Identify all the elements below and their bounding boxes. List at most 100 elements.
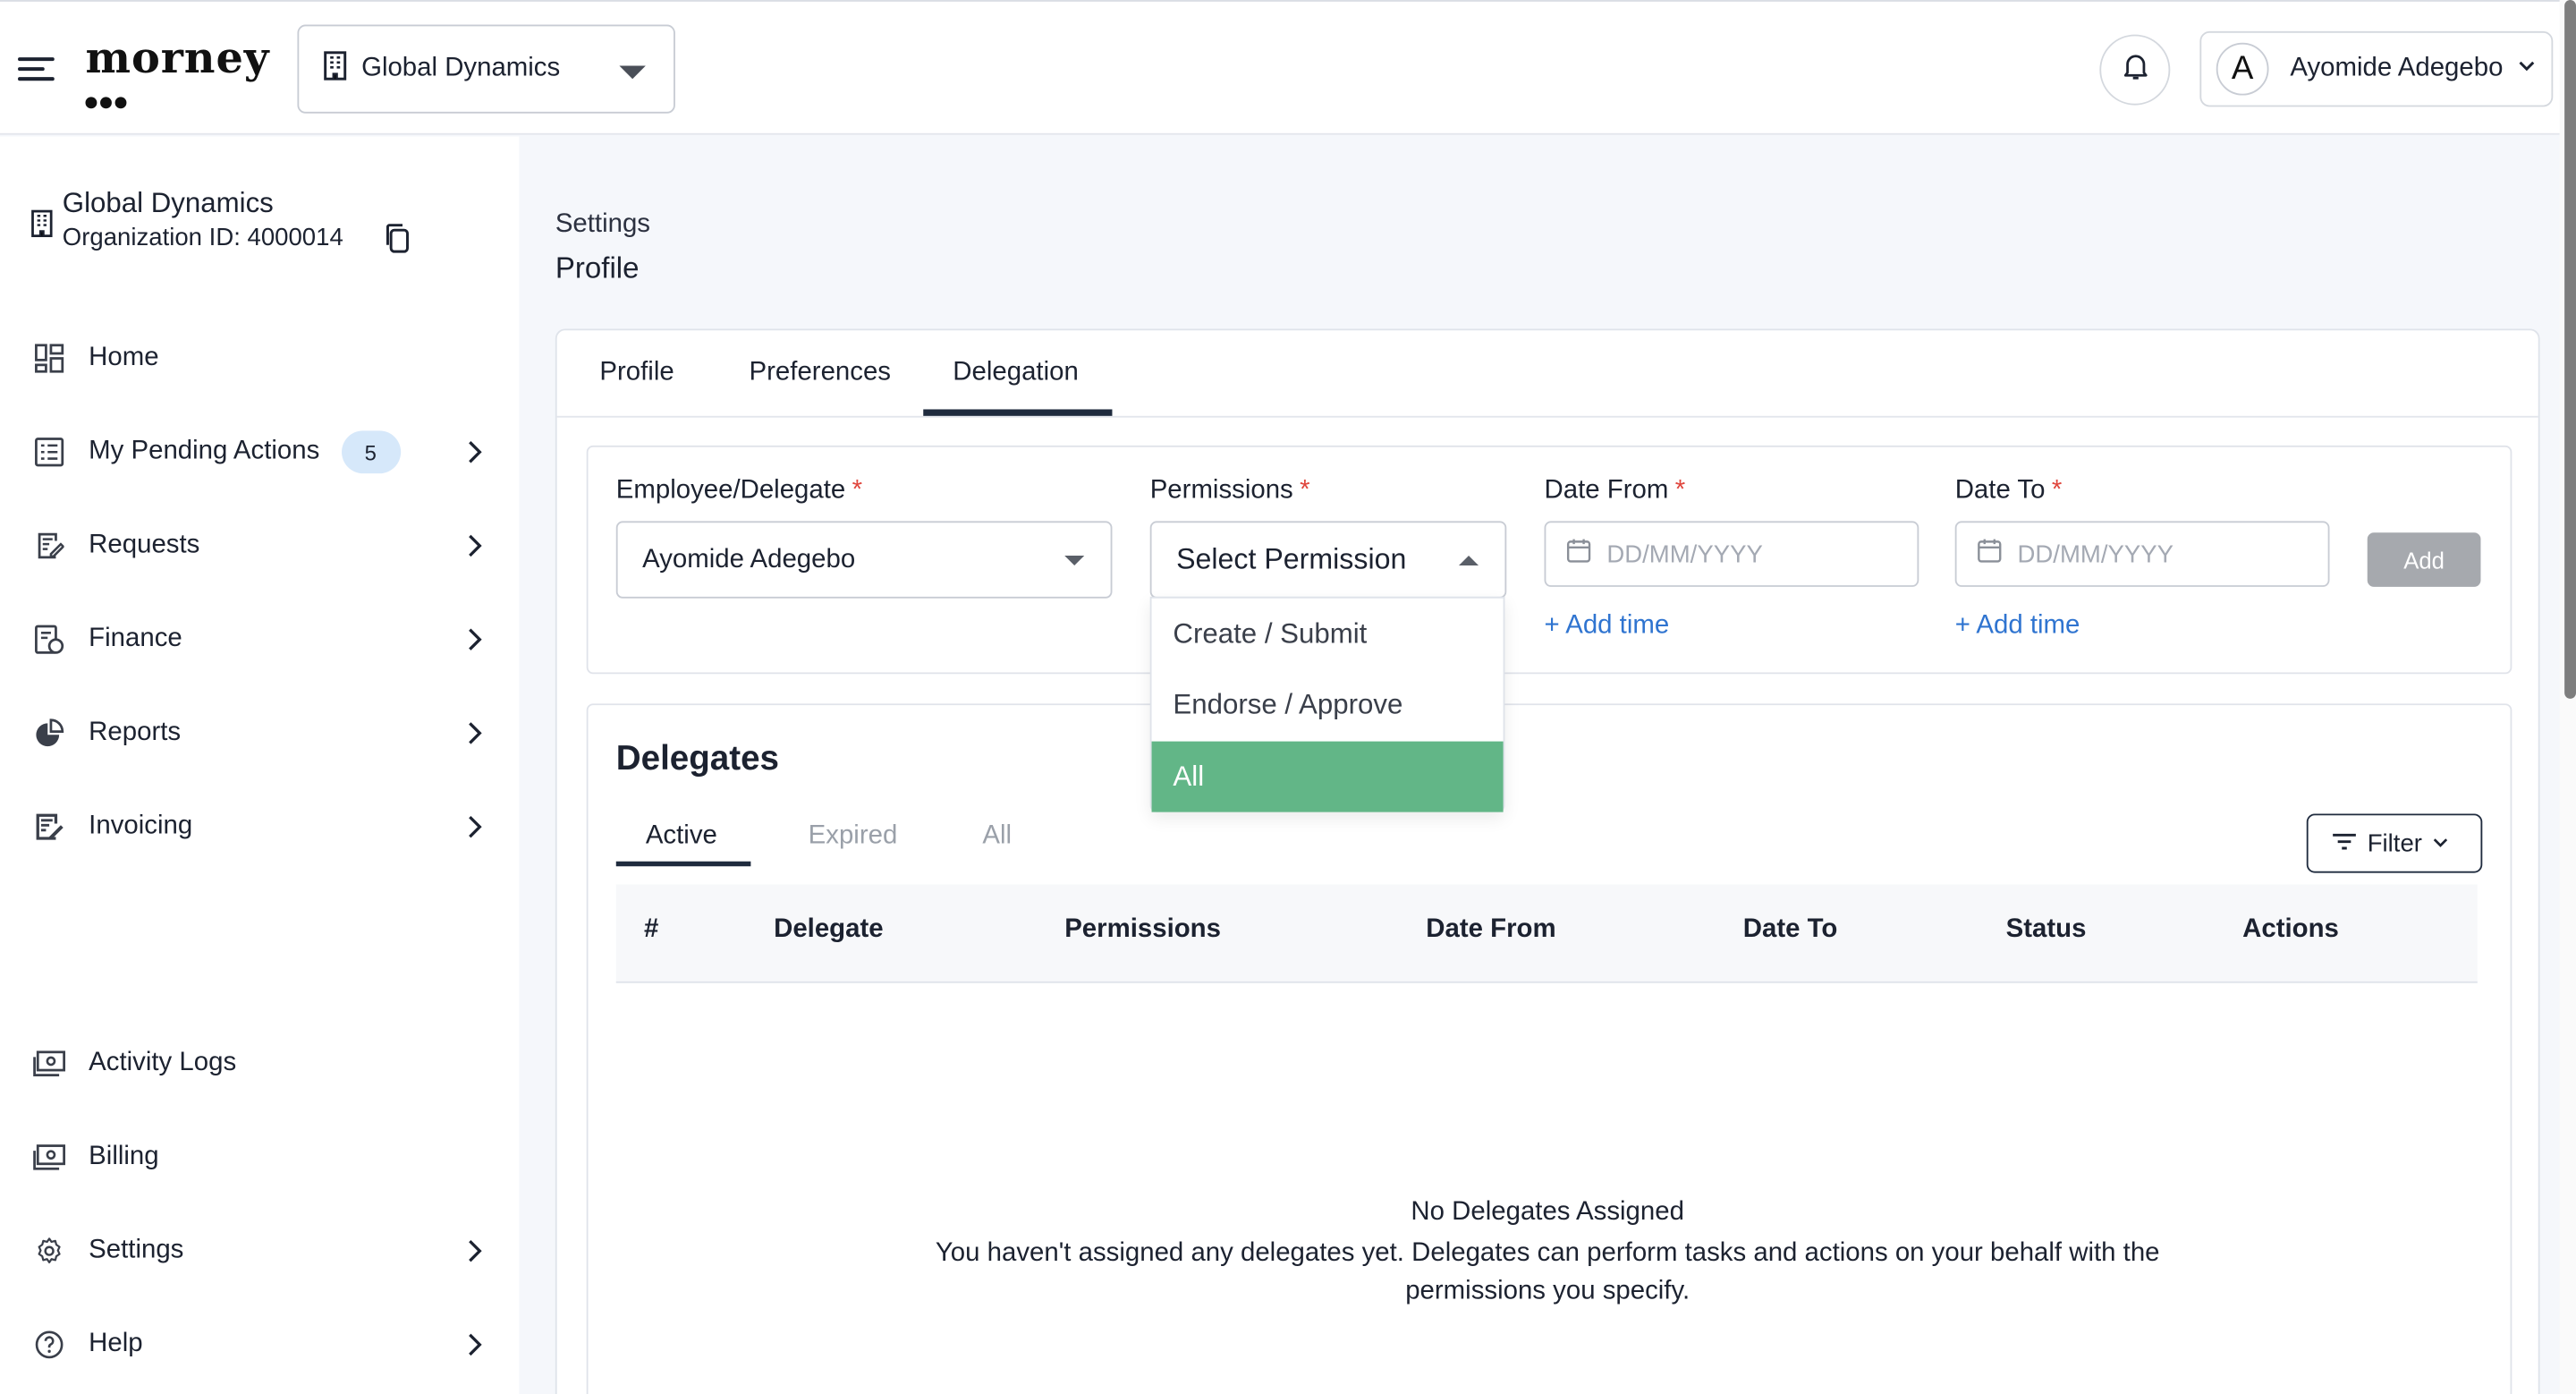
sidebar-item-finance[interactable]: Finance (33, 613, 493, 666)
date-to-placeholder: DD/MM/YYYY (2017, 540, 2174, 568)
copy-icon[interactable] (383, 222, 412, 263)
sidebar-item-activity-logs[interactable]: Activity Logs (33, 1037, 493, 1090)
breadcrumb[interactable]: Settings (555, 210, 650, 240)
sidebar-item-invoicing[interactable]: Invoicing (33, 801, 493, 854)
organization-select-value: Global Dynamics (361, 54, 561, 82)
organization-name: Global Dynamics (62, 187, 274, 219)
menu-toggle-icon[interactable] (16, 49, 55, 89)
employee-select-value: Ayomide Adegebo (642, 545, 856, 574)
date-to-input[interactable]: DD/MM/YYYY (1954, 521, 2330, 587)
sidebar-item-label: Finance (89, 625, 182, 653)
option-create-submit[interactable]: Create / Submit (1152, 599, 1504, 669)
user-name: Ayomide Adegebo (2290, 54, 2504, 82)
sidebar-item-my-pending-actions[interactable]: My Pending Actions 5 (33, 426, 493, 479)
sidebar-item-label: Activity Logs (89, 1049, 237, 1077)
filter-button[interactable]: Filter (2306, 813, 2483, 873)
pie-chart-icon (33, 717, 66, 750)
request-icon (33, 530, 66, 563)
settings-card: Profile Preferences Delegation Employee/… (555, 328, 2540, 1394)
help-icon (33, 1329, 66, 1362)
logo-text: morney (85, 34, 270, 84)
finance-icon (33, 623, 66, 656)
logo-dots-icon (85, 87, 131, 116)
home-grid-icon (33, 342, 66, 375)
building-icon (322, 50, 348, 88)
subtab-active[interactable]: Active (646, 822, 717, 852)
tab-profile[interactable]: Profile (599, 359, 674, 388)
date-from-input[interactable]: DD/MM/YYYY (1544, 521, 1919, 587)
organization-info: Global Dynamics Organization ID: 4000014 (31, 187, 508, 261)
logo[interactable]: morney (85, 34, 270, 109)
required-mark: * (2051, 476, 2063, 506)
sidebar-item-label: Reports (89, 718, 182, 747)
user-menu-button[interactable]: A Ayomide Adegebo (2199, 30, 2554, 107)
filter-label: Filter (2367, 829, 2422, 858)
sidebar-item-home[interactable]: Home (33, 332, 493, 385)
option-endorse-approve[interactable]: Endorse / Approve (1152, 669, 1504, 740)
date-to-label: Date To * (1954, 476, 2063, 506)
option-all[interactable]: All (1151, 741, 1504, 812)
permissions-select[interactable]: Select Permission (1149, 521, 1507, 599)
column-permissions: Permissions (1064, 915, 1221, 944)
caret-up-icon (1459, 555, 1479, 566)
sidebar: Global Dynamics Organization ID: 4000014… (0, 136, 520, 1394)
subtab-all[interactable]: All (982, 822, 1012, 852)
billing-icon (33, 1141, 66, 1174)
invoice-icon (33, 811, 66, 844)
delegation-form: Employee/Delegate * Ayomide Adegebo Permi… (586, 445, 2512, 675)
bell-icon (2118, 49, 2151, 90)
empty-state-title: No Delegates Assigned (1411, 1198, 1684, 1227)
avatar: A (2216, 42, 2269, 96)
tab-bar: Profile Preferences Delegation (556, 330, 2538, 418)
page-title: Profile (555, 251, 640, 285)
sidebar-item-settings[interactable]: Settings (33, 1225, 493, 1278)
column-delegate: Delegate (774, 915, 884, 944)
date-from-add-time-link[interactable]: + Add time (1545, 611, 1670, 641)
tab-delegation[interactable]: Delegation (953, 359, 1079, 388)
activity-icon (33, 1047, 66, 1080)
permissions-label: Permissions * (1149, 476, 1310, 506)
organization-select[interactable]: Global Dynamics (297, 24, 675, 114)
sidebar-item-requests[interactable]: Requests (33, 520, 493, 573)
date-to-add-time-link[interactable]: + Add time (1955, 611, 2080, 641)
employee-select[interactable]: Ayomide Adegebo (615, 521, 1113, 599)
sidebar-item-label: Home (89, 343, 159, 372)
chevron-right-icon (467, 813, 483, 848)
sidebar-item-label: Invoicing (89, 812, 193, 840)
subtab-expired[interactable]: Expired (809, 822, 898, 852)
chevron-down-icon (2432, 829, 2450, 857)
sidebar-item-label: Requests (89, 531, 200, 559)
date-from-label: Date From * (1544, 476, 1686, 506)
sidebar-item-reports[interactable]: Reports (33, 707, 493, 760)
permissions-dropdown-menu: Create / Submit Endorse / Approve All (1149, 596, 1505, 812)
chevron-down-icon (2516, 55, 2536, 84)
chevron-right-icon (467, 439, 483, 474)
empty-state-description: You haven't assigned any delegates yet. … (935, 1239, 2160, 1305)
pending-count-badge: 5 (341, 430, 401, 474)
filter-icon (2331, 829, 2357, 857)
scrollbar-thumb[interactable] (2564, 0, 2576, 699)
sidebar-item-billing[interactable]: Billing (33, 1131, 493, 1184)
chevron-right-icon (467, 626, 483, 661)
active-tab-indicator (923, 409, 1113, 416)
employee-label: Employee/Delegate * (615, 476, 863, 506)
sidebar-item-label: Settings (89, 1236, 184, 1264)
column-actions: Actions (2242, 915, 2339, 944)
sidebar-item-label: My Pending Actions (89, 437, 320, 465)
list-icon (33, 436, 66, 469)
delegates-title: Delegates (615, 739, 780, 778)
column-date-from: Date From (1426, 915, 1556, 944)
active-subtab-indicator (615, 861, 751, 867)
sidebar-item-help[interactable]: Help (33, 1318, 493, 1371)
required-mark: * (1300, 476, 1310, 506)
add-button[interactable]: Add (2367, 532, 2481, 587)
notifications-button[interactable] (2099, 34, 2171, 106)
calendar-icon (1977, 538, 2003, 571)
organization-id: Organization ID: 4000014 (62, 223, 343, 252)
tab-preferences[interactable]: Preferences (750, 359, 891, 388)
chevron-right-icon (467, 1237, 483, 1272)
chevron-right-icon (467, 532, 483, 567)
required-mark: * (1674, 476, 1686, 506)
caret-down-icon (619, 65, 646, 80)
chevron-right-icon (467, 1331, 483, 1366)
